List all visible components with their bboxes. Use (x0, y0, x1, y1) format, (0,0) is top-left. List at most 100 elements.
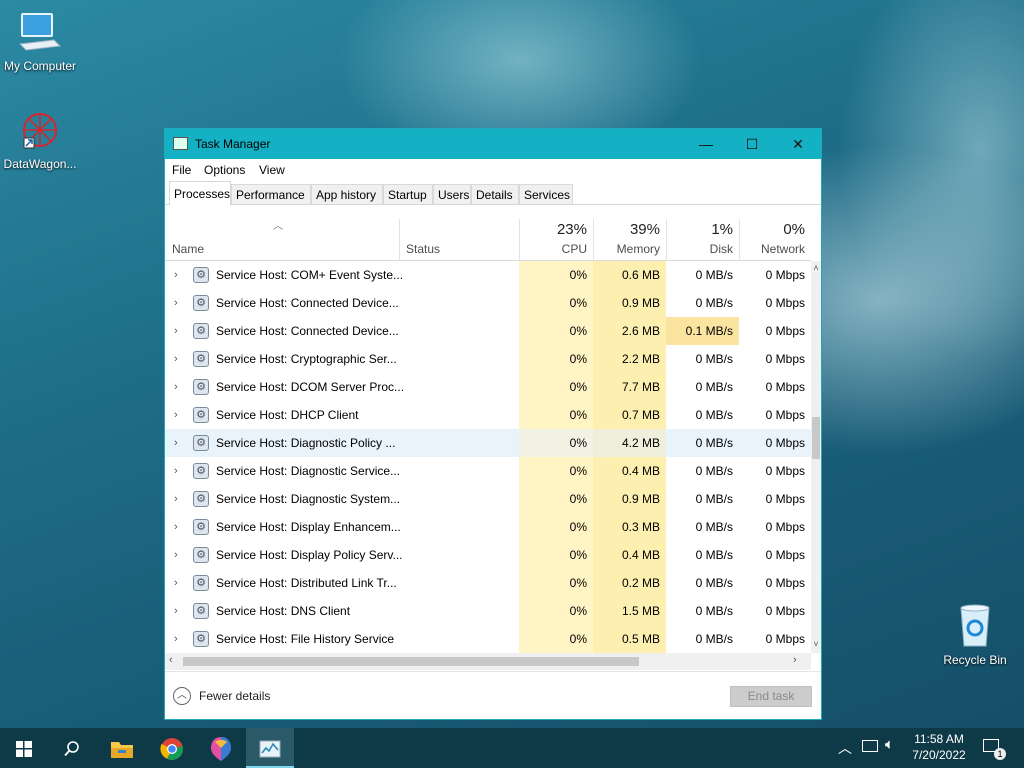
process-memory: 2.2 MB (593, 345, 666, 373)
disk-percent: 1% (711, 221, 733, 238)
clock[interactable]: 11:58 AM 7/20/2022 (906, 731, 972, 763)
table-row[interactable]: › ⚙ Service Host: Diagnostic Service... 0% 0… (165, 457, 811, 485)
column-memory[interactable]: 39% Memory (593, 215, 666, 261)
table-row[interactable]: › ⚙ Service Host: DNS Client 0% 1.5 MB 0 MB/s… (165, 597, 811, 625)
folder-icon (111, 742, 133, 759)
vertical-scrollbar[interactable]: ˄ ˅ (811, 261, 821, 653)
process-name: Service Host: DHCP Client (216, 408, 359, 422)
service-gear-icon: ⚙ (193, 603, 209, 619)
table-row[interactable]: › ⚙ Service Host: COM+ Event Syste... 0% 0.6… (165, 261, 811, 289)
expand-chevron-icon[interactable]: › (174, 513, 178, 541)
tab-users[interactable]: Users (433, 184, 471, 205)
column-disk[interactable]: 1% Disk (666, 215, 739, 261)
title-bar[interactable]: Task Manager — ☐ ✕ (165, 129, 821, 159)
expand-chevron-icon[interactable]: › (174, 597, 178, 625)
process-name: Service Host: File History Service (216, 632, 395, 646)
expand-chevron-icon[interactable]: › (174, 625, 178, 653)
maximize-button[interactable]: ☐ (729, 129, 775, 159)
table-row[interactable]: › ⚙ Service Host: Distributed Link Tr... 0%… (165, 569, 811, 597)
scroll-left-icon[interactable]: ‹ (169, 654, 173, 666)
process-disk: 0 MB/s (695, 436, 733, 450)
table-row[interactable]: › ⚙ Service Host: Connected Device... 0% 2.6… (165, 317, 811, 345)
expand-chevron-icon[interactable]: › (174, 289, 178, 317)
tab-app-history[interactable]: App history (311, 184, 383, 205)
process-name: Service Host: DCOM Server Proc... (216, 380, 405, 394)
table-row[interactable]: › ⚙ Service Host: DHCP Client 0% 0.7 MB 0 MB/… (165, 401, 811, 429)
table-row[interactable]: › ⚙ Service Host: Diagnostic Policy ... 0% 4… (165, 429, 811, 457)
expand-chevron-icon[interactable]: › (174, 541, 178, 569)
expand-chevron-icon[interactable]: › (174, 345, 178, 373)
tab-performance[interactable]: Performance (231, 184, 311, 205)
column-headers: ︿ Name Status 23% CPU 39% Memory 1% Disk… (165, 215, 811, 261)
scroll-right-icon[interactable]: › (793, 654, 797, 666)
expand-chevron-icon[interactable]: › (174, 485, 178, 513)
notifications-button[interactable]: 1 (980, 736, 1008, 762)
menu-file[interactable]: File (172, 163, 191, 177)
paint-3d-icon (211, 737, 231, 762)
process-memory: 0.2 MB (593, 569, 666, 597)
process-memory: 0.9 MB (593, 289, 666, 317)
table-row[interactable]: › ⚙ Service Host: Connected Device... 0% 0.9… (165, 289, 811, 317)
task-manager-icon (173, 137, 188, 150)
window-title: Task Manager (195, 137, 271, 151)
scroll-down-icon[interactable]: ˅ (811, 639, 821, 649)
process-cpu: 0% (519, 373, 593, 401)
scroll-thumb[interactable] (183, 657, 639, 666)
show-hidden-icons-chevron-icon[interactable]: ︿ (838, 738, 852, 758)
column-name[interactable]: Name (165, 215, 399, 261)
menu-options[interactable]: Options (204, 163, 245, 177)
column-network[interactable]: 0% Network (739, 215, 811, 261)
fewer-details-button[interactable]: ︿ Fewer details (173, 687, 270, 705)
tab-services[interactable]: Services (519, 184, 573, 205)
table-row[interactable]: › ⚙ Service Host: File History Service 0% 0.… (165, 625, 811, 653)
menu-view[interactable]: View (259, 163, 285, 177)
process-cpu: 0% (519, 569, 593, 597)
process-cpu: 0% (519, 485, 593, 513)
desktop-icon-datawagon[interactable]: DataWagon... (0, 108, 80, 171)
process-memory: 0.6 MB (593, 261, 666, 289)
taskbar-paint3d[interactable] (197, 728, 245, 768)
desktop-icon-recycle-bin[interactable]: Recycle Bin (935, 602, 1015, 667)
column-status[interactable]: Status (399, 215, 519, 261)
service-gear-icon: ⚙ (193, 379, 209, 395)
service-gear-icon: ⚙ (193, 575, 209, 591)
start-button[interactable] (0, 728, 48, 768)
expand-chevron-icon[interactable]: › (174, 401, 178, 429)
taskbar-task-manager[interactable] (246, 728, 294, 768)
expand-chevron-icon[interactable]: › (174, 429, 178, 457)
expand-chevron-icon[interactable]: › (174, 317, 178, 345)
table-row[interactable]: › ⚙ Service Host: Diagnostic System... 0% 0.… (165, 485, 811, 513)
minimize-button[interactable]: — (683, 129, 729, 159)
expand-chevron-icon[interactable]: › (174, 373, 178, 401)
column-cpu[interactable]: 23% CPU (519, 215, 593, 261)
process-network: 0 Mbps (765, 520, 805, 534)
table-row[interactable]: › ⚙ Service Host: Display Enhancem... 0% 0.3… (165, 513, 811, 541)
clock-date: 7/20/2022 (912, 748, 966, 762)
close-button[interactable]: ✕ (775, 129, 821, 159)
tab-details[interactable]: Details (471, 184, 519, 205)
expand-chevron-icon[interactable]: › (174, 569, 178, 597)
process-memory: 0.3 MB (593, 513, 666, 541)
search-button[interactable] (48, 728, 96, 768)
process-network: 0 Mbps (765, 324, 805, 338)
scroll-thumb[interactable] (812, 417, 820, 459)
expand-chevron-icon[interactable]: › (174, 261, 178, 289)
process-name: Service Host: COM+ Event Syste... (216, 268, 404, 282)
process-disk: 0 MB/s (695, 352, 733, 366)
expand-chevron-icon[interactable]: › (174, 457, 178, 485)
table-row[interactable]: › ⚙ Service Host: Cryptographic Ser... 0% 2.… (165, 345, 811, 373)
volume-icon[interactable]: 🔈︎ (885, 736, 894, 753)
tab-processes[interactable]: Processes (169, 181, 231, 206)
scroll-up-icon[interactable]: ˄ (811, 263, 821, 273)
taskbar-chrome[interactable] (148, 728, 196, 768)
table-row[interactable]: › ⚙ Service Host: Display Policy Serv... 0%… (165, 541, 811, 569)
end-task-button[interactable]: End task (730, 686, 812, 707)
network-icon[interactable] (862, 740, 878, 752)
process-disk: 0 MB/s (695, 380, 733, 394)
horizontal-scrollbar[interactable]: ‹ › (165, 653, 811, 670)
process-name: Service Host: Display Enhancem... (216, 520, 401, 534)
table-row[interactable]: › ⚙ Service Host: DCOM Server Proc... 0% 7.7… (165, 373, 811, 401)
tab-startup[interactable]: Startup (383, 184, 433, 205)
desktop-icon-my-computer[interactable]: My Computer (0, 10, 80, 73)
taskbar-file-explorer[interactable] (98, 728, 146, 768)
